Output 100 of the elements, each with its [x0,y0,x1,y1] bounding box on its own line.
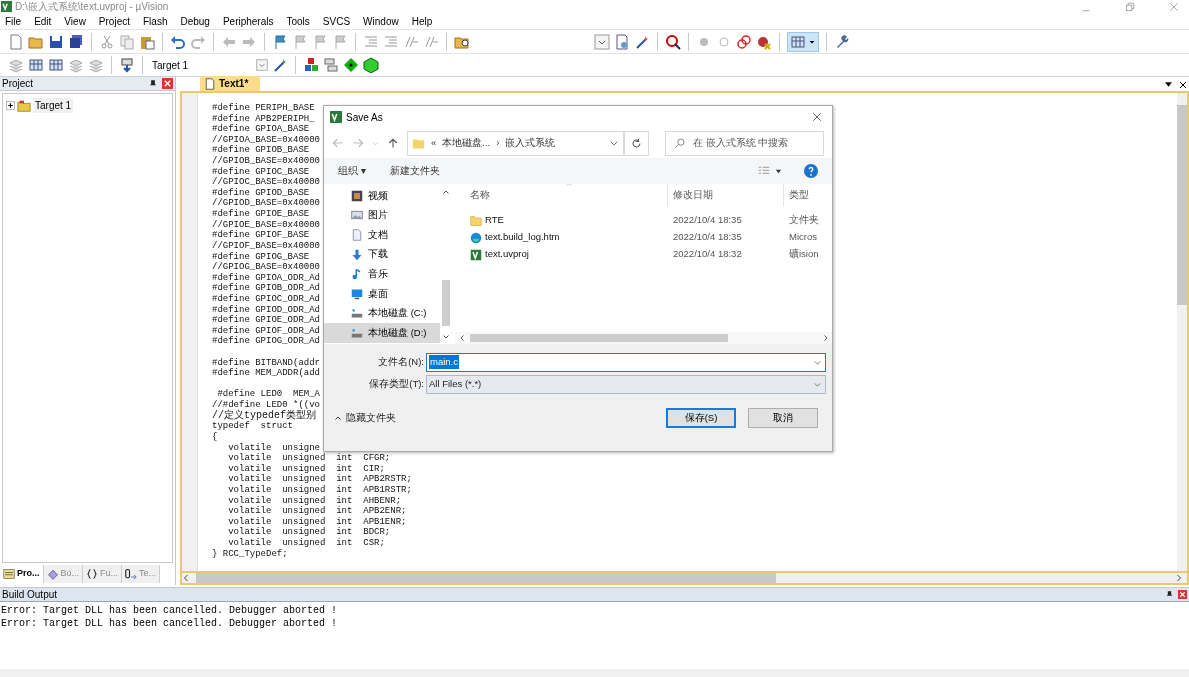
breadcrumb-item[interactable]: « [431,135,437,151]
save-all-icon[interactable] [68,33,84,50]
toolbar-button[interactable]: 组织 ▾ [338,163,366,179]
code-line: //GPIOC_BASE=0x40000 [212,177,321,188]
magnifier-icon[interactable] [665,33,681,50]
new-file-icon[interactable] [8,33,24,50]
rings-icon[interactable] [736,33,752,50]
restore-icon[interactable] [1125,1,1135,12]
menu-item[interactable]: Edit [34,13,52,29]
dialog-title: Save As [346,110,383,125]
target-select[interactable]: Target 1 [150,57,268,73]
filename-field[interactable]: main.c [426,352,826,372]
file-name[interactable]: text.build_log.htm [485,230,560,245]
download-chip-icon[interactable] [119,57,135,73]
nav-item[interactable]: 音乐 [324,264,440,284]
code-line: #define GPIOD_ODR_Ad [212,304,321,315]
filetype-select[interactable]: All Files (*.*) [426,374,826,394]
scroll-thumb[interactable] [1177,105,1187,305]
column-header[interactable]: 类型 [783,184,832,206]
code-line: #define APB2PERIPH_ [212,113,315,124]
expand-toggle-icon[interactable] [6,101,15,110]
breadcrumb-item[interactable]: 本地磁盘... [442,135,491,151]
column-header[interactable]: 名称 [455,184,667,206]
flag-icon[interactable] [272,33,288,50]
back-arrow-icon[interactable] [332,137,344,149]
nav-item[interactable]: 图片 [324,205,440,226]
code-line: #define GPIOG_BASE [212,251,310,262]
help-icon[interactable] [804,164,818,178]
breadcrumb-item[interactable]: › [496,135,500,151]
code-line: volatile unsigned int CFGR; [227,453,391,464]
document-search-icon[interactable] [614,33,630,50]
save-icon[interactable] [48,33,64,50]
scroll-thumb[interactable] [470,334,728,342]
indent-icon[interactable] [363,33,379,50]
nav-item[interactable]: 本地磁盘 (C:) [324,303,440,324]
stack-icon[interactable] [68,57,84,73]
nav-item[interactable]: 视频 [324,186,440,206]
colored-blocks-icon[interactable] [303,57,319,73]
dialog-button[interactable]: 取消 [748,408,818,428]
up-arrow-icon[interactable] [387,137,399,149]
address-bar[interactable]: « 本地磁盘... › 嵌入式系统 [407,130,625,156]
search-input[interactable]: 在 嵌入式系统 中搜索 [693,135,823,151]
horizontal-scrollbar[interactable] [455,332,832,344]
breadcrumb-item[interactable]: 嵌入式系统 [505,135,556,151]
menu-item[interactable]: Tools [286,13,310,29]
menu-item[interactable]: SVCS [322,13,351,29]
nav-item[interactable]: 下载 [324,244,440,265]
pin-icon[interactable] [1165,590,1174,599]
menu-item[interactable]: Project [98,13,130,29]
menu-item[interactable]: View [64,13,86,29]
chevron-down-icon[interactable] [609,138,620,148]
document-icon [351,229,363,241]
flag-icon[interactable] [312,33,328,50]
menu-item[interactable]: File [5,13,22,29]
menu-item[interactable]: Window [363,13,399,29]
menu-item[interactable]: Flash [143,13,168,29]
layers-icon[interactable] [323,57,339,73]
nav-item[interactable]: 本地磁盘 (D:) [324,323,440,343]
editor-tab[interactable]: Text1* [200,76,261,91]
horizontal-scrollbar[interactable] [180,573,1189,585]
window-layout-button[interactable] [787,31,819,52]
forward-arrow-icon[interactable] [352,137,364,149]
diamond-icon[interactable] [343,57,359,73]
refresh-button[interactable] [624,130,649,156]
dialog-button[interactable]: 保存(S) [666,408,736,428]
grid-icon[interactable] [28,57,44,73]
package-icon[interactable] [363,57,379,73]
dropdown-arrow-icon[interactable] [1164,80,1173,89]
dropdown-icon[interactable] [594,33,610,50]
toolbar-button[interactable]: 新建文件夹 [389,163,440,179]
flag-icon[interactable] [332,33,348,50]
tree-item[interactable]: Target 1 [33,98,74,113]
hide-folders-button[interactable]: 隐藏文件夹 [334,410,396,426]
copy-icon[interactable] [119,33,135,50]
file-name[interactable]: RTE [485,213,504,228]
search-field[interactable]: 在 嵌入式系统 中搜索 [665,130,824,156]
scroll-thumb[interactable] [196,573,776,583]
menu-item[interactable]: Debug [180,13,210,29]
menu-item[interactable]: Help [411,13,433,29]
caret-icon[interactable] [775,167,782,175]
scissors-icon[interactable] [99,33,115,50]
scroll-thumb[interactable] [441,280,450,326]
close-icon[interactable] [1179,80,1187,89]
panel-tab[interactable]: Pro... [0,565,44,583]
chevron-down-icon [441,333,450,341]
magic-wand-icon[interactable] [272,57,288,73]
stack-icon[interactable] [8,57,24,73]
stack-icon[interactable] [88,57,104,73]
nav-item[interactable]: 桌面 [324,283,440,304]
vertical-scrollbar[interactable] [1177,93,1187,571]
output-line: Error: Target DLL has been cancelled. Debugger aborted ! [1,604,339,617]
flag-icon[interactable] [292,33,308,50]
code-line: volatile unsigned int APB1RSTR; [227,484,412,496]
drive-icon [351,307,363,320]
grid-icon[interactable] [48,57,64,73]
menu-item[interactable]: Peripherals [222,13,274,29]
nav-item[interactable]: 文档 [324,225,440,245]
file-name[interactable]: text.uvproj [485,247,529,262]
indent-icon[interactable] [383,33,399,50]
column-header[interactable]: 修改日期 [667,184,783,206]
